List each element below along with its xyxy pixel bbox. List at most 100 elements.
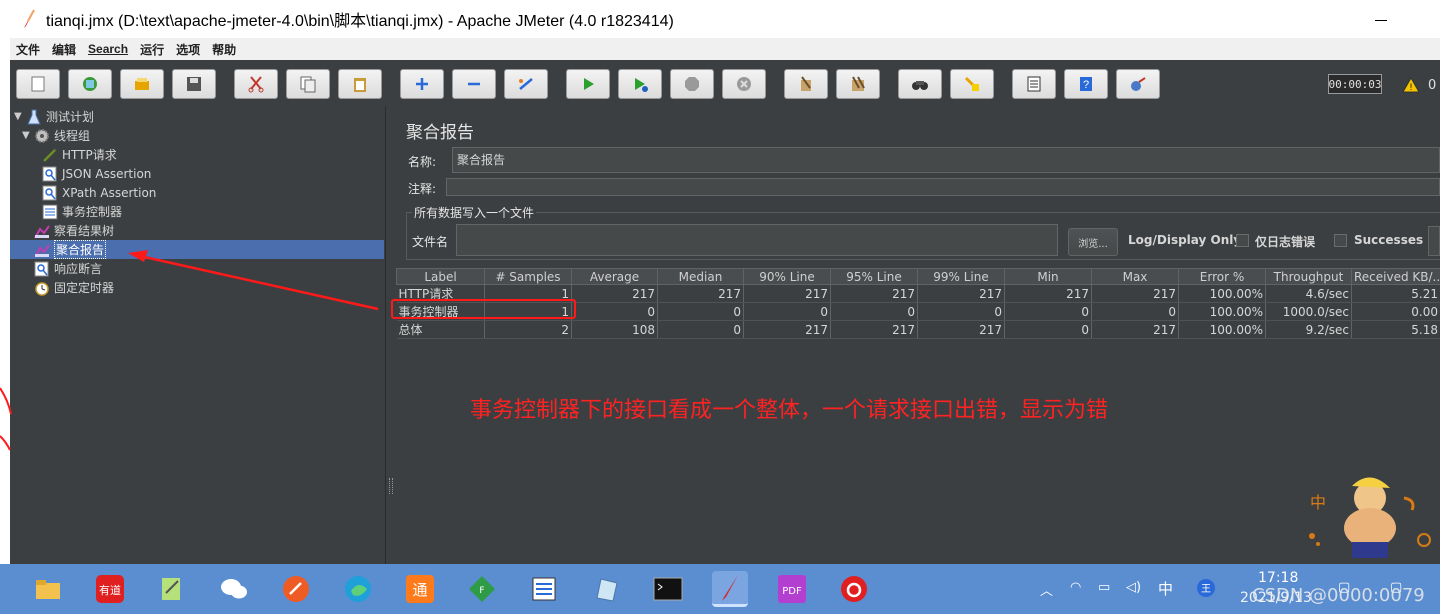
column-header[interactable]: Throughput [1265,268,1352,285]
taskbar-terminal[interactable] [650,571,686,607]
filename-field[interactable] [456,224,1058,256]
splitter-grip[interactable] [389,478,393,494]
background-window-edge [0,106,10,564]
taskbar-notepad[interactable] [154,571,190,607]
taskbar-pdf[interactable]: PDF [774,571,810,607]
table-cell: 0 [1091,302,1179,321]
taskbar-jmeter[interactable] [712,571,748,607]
taskbar-netease-music[interactable] [836,571,872,607]
taskbar-tongxin[interactable]: 通 [402,571,438,607]
column-header[interactable]: 90% Line [743,268,831,285]
taskbar-feather-app[interactable]: F [464,571,500,607]
tree-item-thread-group[interactable]: ▼ 线程组 [22,126,90,145]
column-header[interactable]: Median [657,268,744,285]
name-field[interactable]: 聚合报告 [452,147,1440,173]
cut-button[interactable] [234,69,278,99]
tray-chevron-up-icon[interactable]: ︿ [1040,580,1053,599]
expand-arrow-icon[interactable]: ▼ [22,130,32,141]
table-cell: 4.6/sec [1265,284,1352,303]
warning-indicator[interactable]: ! 0 [1402,74,1440,96]
menu-edit[interactable]: 编辑 [46,41,82,58]
tray-ime-indicator[interactable]: 中 [1158,578,1173,599]
errors-only-checkbox[interactable] [1236,234,1249,247]
tray-wifi-icon[interactable]: ◠ [1070,580,1081,595]
menu-run[interactable]: 运行 [134,41,170,58]
expand-button[interactable] [400,69,444,99]
taskbar-wechat[interactable] [216,571,252,607]
postman-icon [283,576,309,602]
tree-item-view-results-tree[interactable]: 察看结果树 [34,221,114,240]
svg-text:F: F [479,586,484,596]
tree-item-constant-timer[interactable]: 固定定时器 [34,278,114,297]
successes-checkbox[interactable] [1334,234,1347,247]
tray-input-tool-icon[interactable]: 王 [1196,578,1216,602]
stop-button[interactable] [670,69,714,99]
clear-all-button[interactable] [836,69,880,99]
tree-item-response-assertion[interactable]: 响应断言 [34,259,102,278]
toggle-button[interactable] [504,69,548,99]
expand-arrow-icon[interactable]: ▼ [14,111,24,122]
menu-options[interactable]: 选项 [170,41,206,58]
log-display-label: Log/Display Only: [1128,233,1246,247]
taskbar-clock-time[interactable]: 17:18 [1258,570,1298,586]
taskbar-file-explorer[interactable] [30,571,66,607]
column-header[interactable]: Label [396,268,485,285]
column-header[interactable]: Min [1004,268,1092,285]
comment-field[interactable] [446,178,1440,196]
search-button[interactable] [898,69,942,99]
tree-item-aggregate-report[interactable]: 聚合报告 [10,240,384,259]
templates-icon [83,77,97,91]
window-titlebar: tianqi.jmx (D:\text\apache-jmeter-4.0\bi… [0,0,1440,38]
taskbar-tool-app[interactable] [526,571,562,607]
taskbar-postman[interactable] [278,571,314,607]
clear-button[interactable] [784,69,828,99]
templates-button[interactable] [68,69,112,99]
column-header[interactable]: Received KB/... [1351,268,1440,285]
tray-battery-icon[interactable]: ▭ [1098,580,1110,595]
minimize-button[interactable] [1366,8,1396,30]
tree-item-test-plan[interactable]: ▼ 测试计划 [14,107,94,126]
column-header[interactable]: 99% Line [917,268,1005,285]
start-no-pause-button[interactable] [618,69,662,99]
table-row[interactable]: 总体 2 108 0 217 217 217 0 217 100.00% 9.2/sec 5.18 [396,320,1440,339]
taskbar-edge[interactable] [340,571,376,607]
clear-all-icon [852,76,865,91]
menu-search[interactable]: Search [82,42,134,56]
taskbar-youdao[interactable]: 有道 [92,571,128,607]
tree-item-json-assertion[interactable]: JSON Assertion [42,164,151,183]
save-button[interactable] [172,69,216,99]
column-header[interactable]: Average [571,268,658,285]
svg-text:通: 通 [412,581,427,599]
copy-button[interactable] [286,69,330,99]
tree-item-http-request[interactable]: HTTP请求 [42,145,117,164]
configure-button-edge[interactable] [1428,226,1440,256]
paste-button[interactable] [338,69,382,99]
assertion-icon [42,185,58,201]
panel-splitter[interactable] [386,106,396,564]
tree-item-transaction-controller[interactable]: 事务控制器 [42,202,122,221]
table-cell: 217 [743,284,831,303]
table-header-row: Label # Samples Average Median 90% Line 95% L… [396,268,1440,285]
help-button[interactable]: ? [1064,69,1108,99]
window-title: tianqi.jmx (D:\text\apache-jmeter-4.0\bi… [46,13,674,30]
browse-button[interactable]: 浏览... [1068,228,1118,256]
shutdown-button[interactable] [722,69,766,99]
open-button[interactable] [120,69,164,99]
remote-button[interactable] [1116,69,1160,99]
start-button[interactable] [566,69,610,99]
column-header[interactable]: Max [1091,268,1179,285]
column-header[interactable]: 95% Line [830,268,918,285]
new-button[interactable] [16,69,60,99]
column-header[interactable]: # Samples [484,268,572,285]
tree-item-xpath-assertion[interactable]: XPath Assertion [42,183,156,202]
menu-help[interactable]: 帮助 [206,41,242,58]
collapse-button[interactable] [452,69,496,99]
column-header[interactable]: Error % [1178,268,1266,285]
tray-volume-icon[interactable]: ◁) [1126,580,1141,595]
menu-file[interactable]: 文件 [10,41,46,58]
table-cell: 217 [571,284,658,303]
table-cell: 0 [571,302,658,321]
reset-search-button[interactable] [950,69,994,99]
function-helper-button[interactable] [1012,69,1056,99]
taskbar-notes[interactable] [588,571,624,607]
